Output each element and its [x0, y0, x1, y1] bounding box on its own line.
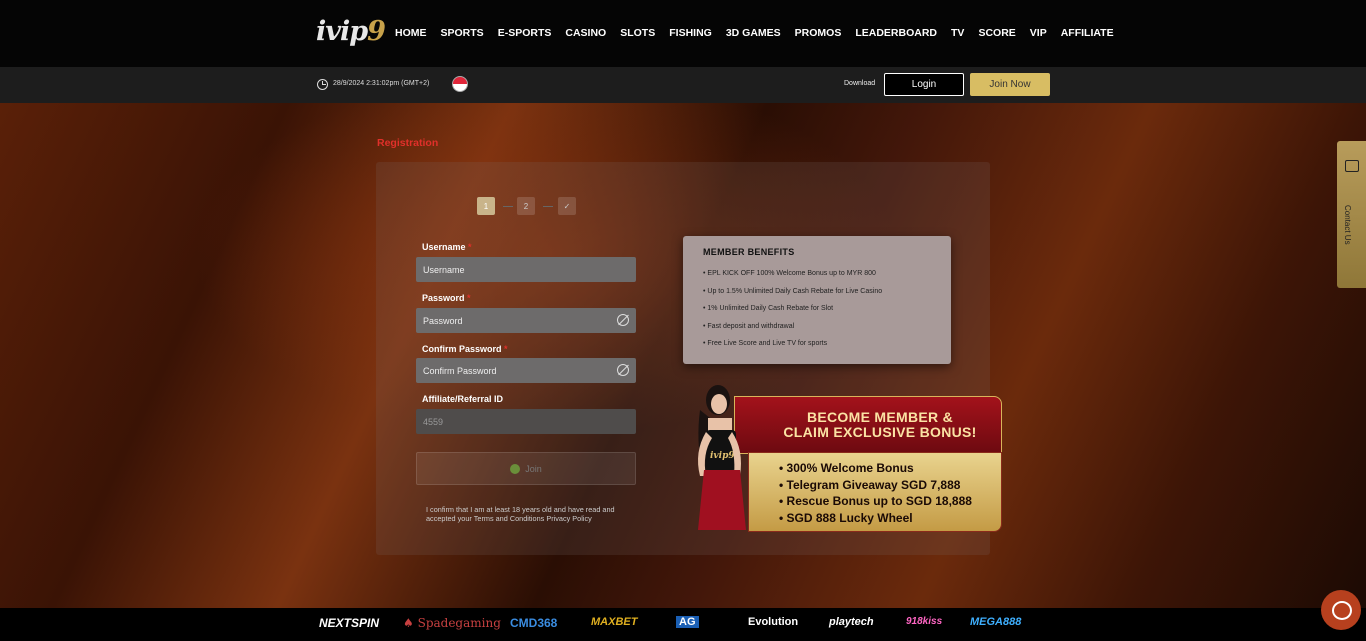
required-mark: *: [467, 293, 471, 303]
nav-slots[interactable]: SLOTS: [620, 27, 655, 39]
nav-promos[interactable]: PROMOS: [795, 27, 842, 39]
username-label-text: Username: [422, 242, 466, 252]
nav-tv[interactable]: TV: [951, 27, 964, 39]
sub-bar: [0, 67, 1366, 103]
promo-banner[interactable]: BECOME MEMBER & CLAIM EXCLUSIVE BONUS! 3…: [684, 378, 1004, 536]
nav-vip[interactable]: VIP: [1030, 27, 1047, 39]
nav-fishing[interactable]: FISHING: [669, 27, 712, 39]
provider-spadegaming[interactable]: ♠ Spadegaming: [403, 616, 501, 630]
nav-esports[interactable]: E-SPORTS: [498, 27, 552, 39]
benefit-item: 1% Unlimited Daily Cash Rebate for Slot: [703, 305, 882, 323]
provider-playtech[interactable]: playtech: [829, 616, 874, 628]
password-label-text: Password: [422, 293, 465, 303]
confirm-placeholder: Confirm Password: [423, 366, 497, 376]
promo-item: Rescue Bonus up to SGD 18,888: [779, 494, 972, 511]
nav-score[interactable]: SCORE: [978, 27, 1015, 39]
live-chat-button[interactable]: [1321, 590, 1361, 630]
contact-us-label: Contact Us: [1343, 205, 1352, 245]
step-2: 2: [517, 197, 535, 215]
age-confirm-text: I confirm that I am at least 18 years ol…: [426, 505, 615, 523]
promo-headline: BECOME MEMBER & CLAIM EXCLUSIVE BONUS!: [760, 410, 1000, 440]
nav-3d-games[interactable]: 3D GAMES: [726, 27, 781, 39]
confirm-label-text: Confirm Password: [422, 344, 502, 354]
provider-mega888[interactable]: MEGA888: [970, 616, 1021, 628]
nav-casino[interactable]: CASINO: [565, 27, 606, 39]
login-button[interactable]: Login: [884, 73, 964, 96]
username-label: Username *: [422, 242, 472, 252]
promo-item: 300% Welcome Bonus: [779, 461, 972, 478]
provider-cmd368[interactable]: CMD368: [510, 616, 557, 630]
step-divider: [503, 206, 513, 207]
provider-maxbet[interactable]: MAXBET: [591, 616, 637, 628]
submit-label: Join: [525, 463, 542, 474]
promo-headline-line1: BECOME MEMBER &: [806, 409, 954, 425]
benefit-item: Free Live Score and Live TV for sports: [703, 340, 882, 358]
logo-number: 9: [367, 16, 386, 47]
envelope-icon: [1345, 160, 1359, 172]
page-title: Registration: [377, 137, 439, 149]
datetime: 28/9/2024 2:31:02pm (GMT+2): [333, 80, 430, 87]
check-circle-icon: [510, 463, 521, 474]
join-now-button[interactable]: Join Now: [970, 73, 1050, 96]
promo-item: Telegram Giveaway SGD 7,888: [779, 478, 972, 495]
confirm-password-label: Confirm Password *: [422, 344, 508, 354]
required-mark: *: [468, 242, 472, 252]
provider-918kiss[interactable]: 918kiss: [906, 616, 942, 627]
nav-home[interactable]: HOME: [395, 27, 427, 39]
nav-sports[interactable]: SPORTS: [441, 27, 484, 39]
benefit-item: EPL KICK OFF 100% Welcome Bonus up to MY…: [703, 270, 882, 288]
step-divider: [543, 206, 553, 207]
member-benefits-panel: MEMBER BENEFITS EPL KICK OFF 100% Welcom…: [683, 236, 951, 364]
benefit-item: Up to 1.5% Unlimited Daily Cash Rebate f…: [703, 288, 882, 306]
svg-text:ivip9: ivip9: [710, 451, 735, 461]
password-label: Password *: [422, 293, 471, 303]
confirm-password-input[interactable]: Confirm Password: [416, 358, 636, 383]
singapore-flag-icon[interactable]: [452, 76, 468, 92]
spade-icon: ♠: [403, 616, 414, 630]
model-image: ivip9: [698, 385, 746, 530]
clock-icon: [317, 79, 328, 90]
password-placeholder: Password: [423, 316, 463, 326]
eye-slash-icon[interactable]: [617, 364, 629, 376]
benefits-title: MEMBER BENEFITS: [703, 247, 795, 257]
promo-item: SGD 888 Lucky Wheel: [779, 511, 972, 528]
provider-spadegaming-label: Spadegaming: [417, 616, 501, 630]
provider-asia-gaming[interactable]: AG: [676, 616, 699, 628]
eye-slash-icon[interactable]: [617, 314, 629, 326]
step-1: 1: [477, 197, 495, 215]
username-input[interactable]: Username: [416, 257, 636, 282]
affiliate-label: Affiliate/Referral ID: [422, 394, 504, 404]
step-done: ✓: [558, 197, 576, 215]
nav-leaderboard[interactable]: LEADERBOARD: [855, 27, 937, 39]
nav-affiliate[interactable]: AFFILIATE: [1061, 27, 1114, 39]
benefit-item: Fast deposit and withdrawal: [703, 323, 882, 341]
main-nav: HOME SPORTS E-SPORTS CASINO SLOTS FISHIN…: [395, 27, 1128, 39]
promo-headline-line2: CLAIM EXCLUSIVE BONUS!: [783, 424, 977, 440]
download-link[interactable]: Download: [844, 80, 875, 87]
required-mark: *: [504, 344, 508, 354]
provider-nextspin[interactable]: NEXTSPIN: [319, 616, 379, 630]
site-logo[interactable]: ivip9: [316, 16, 386, 47]
affiliate-input[interactable]: 4559: [416, 409, 636, 434]
password-input[interactable]: Password: [416, 308, 636, 333]
provider-evolution[interactable]: Evolution: [748, 616, 798, 628]
join-submit-button[interactable]: Join: [416, 452, 636, 485]
logo-text: ivip: [316, 16, 368, 47]
